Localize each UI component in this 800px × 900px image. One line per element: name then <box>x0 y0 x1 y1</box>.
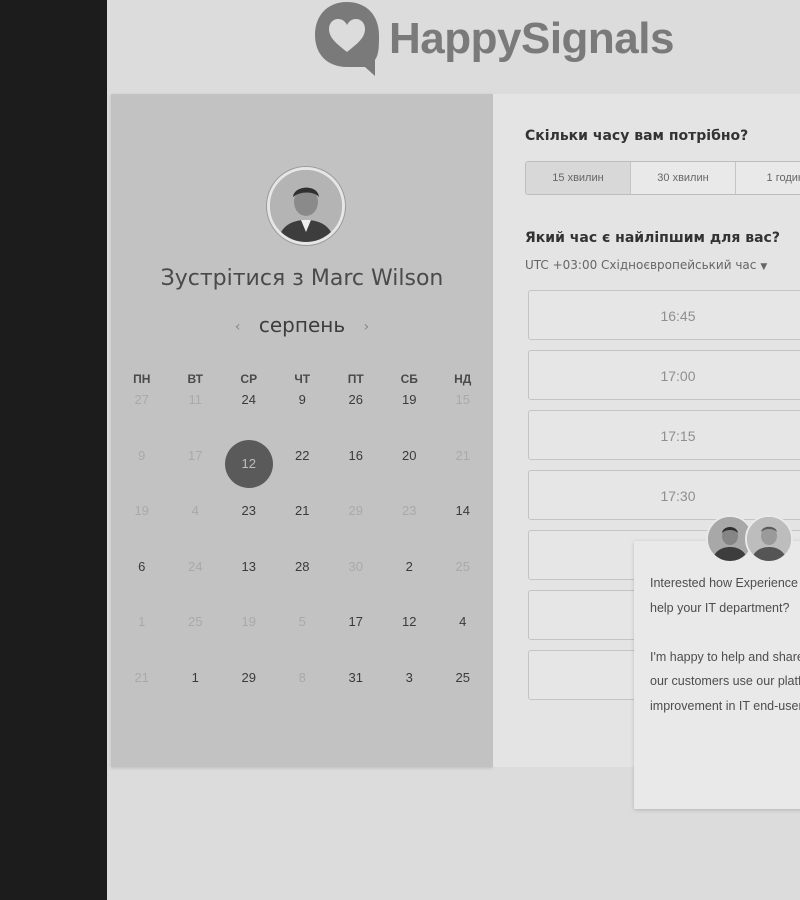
calendar-day[interactable]: 23 <box>222 501 276 557</box>
calendar-day[interactable]: 26 <box>329 390 383 446</box>
calendar-day[interactable]: 25 <box>436 668 490 724</box>
duration-title: Скільки часу вам потрібно? <box>525 128 749 144</box>
calendar-day[interactable]: 19 <box>383 390 437 446</box>
time-slot-button[interactable]: 17:30 <box>528 470 800 520</box>
calendar-day: 8 <box>298 669 306 685</box>
meet-title: Зустрітися з Marc Wilson <box>111 266 493 291</box>
calendar-day: 4 <box>191 503 199 519</box>
duration-option-button[interactable]: 1 годину <box>736 162 800 194</box>
calendar-day: 11 <box>188 392 203 407</box>
time-slot-button[interactable]: 17:15 <box>528 410 800 460</box>
calendar-day[interactable]: 6 <box>115 557 169 613</box>
calendar-grid: ПН ВТ СР ЧТ ПТ СБ НД 27 11 24 9 26 19 15 9 17 12 22 16 20 2… <box>115 372 489 724</box>
calendar-day[interactable]: 12 <box>383 612 437 668</box>
calendar-day: 17 <box>188 447 203 463</box>
calendar-week-row: 19 4 23 21 29 23 14 <box>115 501 489 557</box>
calendar-day[interactable]: 16 <box>329 446 383 502</box>
calendar-day[interactable]: 20 <box>383 446 437 502</box>
calendar-day[interactable]: 24 <box>222 390 276 446</box>
calendar-day[interactable]: 2 <box>383 557 437 613</box>
month-navigator: ‹ серпень › <box>111 313 493 337</box>
timezone-label: UTC +03:00 Східноєвропейський час <box>525 258 757 272</box>
calendar-day[interactable]: 14 <box>436 501 490 557</box>
calendar-day[interactable]: 22 <box>276 446 330 502</box>
calendar-day: 27 <box>134 392 149 407</box>
calendar-day: 25 <box>188 614 203 630</box>
calendar-day: 24 <box>188 558 203 574</box>
caret-down-icon: ▼ <box>760 262 768 272</box>
calendar-day[interactable]: 31 <box>329 668 383 724</box>
calendar-day[interactable]: 29 <box>222 668 276 724</box>
calendar-day[interactable]: 1 <box>169 668 223 724</box>
calendar-day[interactable]: 4 <box>436 612 490 668</box>
calendar-day: 9 <box>138 447 146 463</box>
calendar-day: 19 <box>241 614 256 630</box>
next-month-icon[interactable]: › <box>363 319 369 335</box>
agent-avatar <box>745 515 793 563</box>
calendar-day[interactable]: 13 <box>222 557 276 613</box>
calendar-day[interactable]: 3 <box>383 668 437 724</box>
timezone-selector[interactable]: UTC +03:00 Східноєвропейський час ▼ <box>525 258 767 272</box>
page: HappySignals Зустрітися з Marc Wilson ‹ … <box>107 0 800 900</box>
calendar-week-row: 9 17 12 22 16 20 21 <box>115 439 489 502</box>
time-slot-button[interactable]: 16:45 <box>528 290 800 340</box>
calendar-week-row: 21 1 29 8 31 3 25 <box>115 668 489 724</box>
brand-logo[interactable]: HappySignals <box>311 0 674 78</box>
calendar-days: 27 11 24 9 26 19 15 9 17 12 22 16 20 21 19 4 23 21 29 23 14 6… <box>115 390 489 724</box>
brand-name: HappySignals <box>389 14 674 63</box>
calendar-day[interactable]: 28 <box>276 557 330 613</box>
chat-popup[interactable]: Interested how Experience Management cou… <box>634 515 800 809</box>
time-slot-button[interactable]: 17:00 <box>528 350 800 400</box>
calendar-day: 23 <box>402 503 417 519</box>
host-avatar <box>267 167 345 245</box>
calendar-day: 5 <box>298 614 306 630</box>
heart-bubble-icon <box>311 0 383 78</box>
duration-option-button[interactable]: 15 хвилин <box>526 162 631 194</box>
weekday-label: ЧТ <box>294 372 311 386</box>
duration-option-button[interactable]: 30 хвилин <box>631 162 736 194</box>
calendar-day: 19 <box>134 503 149 519</box>
weekday-label: НД <box>454 372 472 386</box>
prev-month-icon[interactable]: ‹ <box>235 319 241 335</box>
calendar-week-row: 1 25 19 5 17 12 4 <box>115 612 489 668</box>
host-name: Marc Wilson <box>310 266 444 291</box>
calendar-week-row: 27 11 24 9 26 19 15 <box>115 390 489 446</box>
calendar-week-row: 6 24 13 28 30 2 25 <box>115 557 489 613</box>
month-label: серпень <box>258 313 346 337</box>
calendar-day: 1 <box>138 614 146 630</box>
left-dark-bar <box>0 0 107 900</box>
calendar-day: 25 <box>455 558 470 574</box>
weekday-label: СР <box>240 372 258 386</box>
calendar-day: 29 <box>348 503 363 519</box>
weekday-label: ВТ <box>187 372 204 386</box>
calendar-day: 21 <box>455 447 470 463</box>
weekday-label: ПН <box>133 372 151 386</box>
calendar-day: 15 <box>455 392 470 407</box>
weekday-label: СБ <box>400 372 418 386</box>
time-title: Який час є найліпшим для вас? <box>525 230 780 246</box>
calendar-day: 30 <box>348 558 363 574</box>
calendar-day[interactable]: 17 <box>329 612 383 668</box>
chat-message: Interested how Experience Management cou… <box>650 576 800 713</box>
calendar-day: 21 <box>134 669 149 685</box>
weekday-header: ПН ВТ СР ЧТ ПТ СБ НД <box>115 372 489 386</box>
meet-title-prefix: Зустрітися з <box>160 266 304 291</box>
calendar-day[interactable]: 9 <box>276 390 330 446</box>
selected-day[interactable]: 12 <box>224 439 273 488</box>
duration-selector: 15 хвилин30 хвилин1 годину <box>525 161 800 195</box>
calendar-day[interactable]: 21 <box>276 501 330 557</box>
calendar-panel: Зустрітися з Marc Wilson ‹ серпень › ПН В… <box>111 94 493 767</box>
weekday-label: ПТ <box>347 372 364 386</box>
